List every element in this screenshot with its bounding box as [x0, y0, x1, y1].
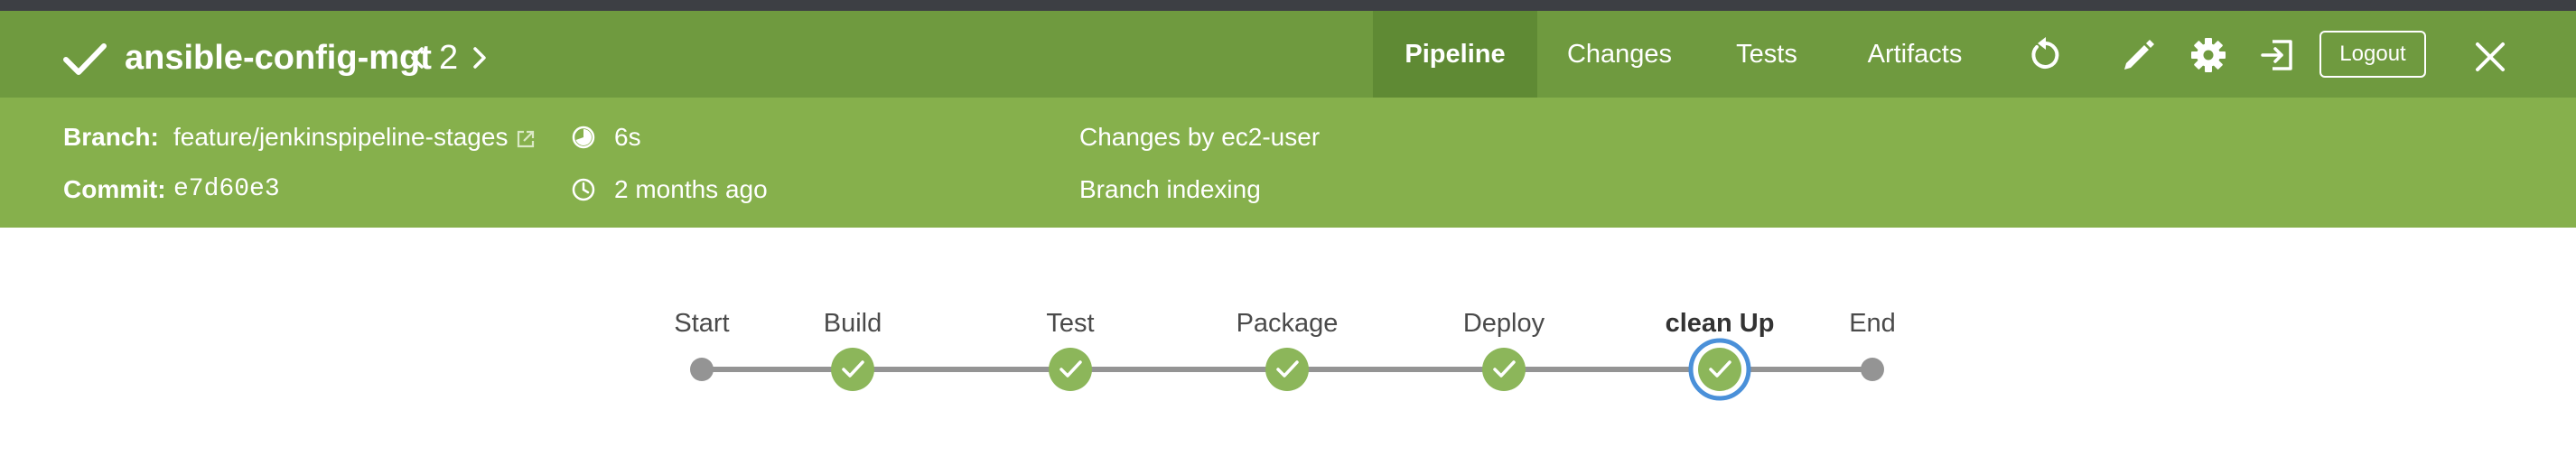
window-top-strip — [0, 0, 2576, 11]
open-classic-icon[interactable] — [2258, 36, 2296, 74]
stage-node-package[interactable] — [1265, 348, 1309, 391]
stage-label-end: End — [1849, 309, 1896, 338]
run-header: ansible-config-mgt 2 Pipeline Changes Te… — [0, 11, 2576, 98]
stage-label-clean-up[interactable]: clean Up — [1666, 307, 1775, 340]
tab-changes[interactable]: Changes — [1554, 11, 1685, 98]
stage-node-test[interactable] — [1049, 348, 1092, 391]
branch-link[interactable]: feature/jenkinspipeline-stages — [173, 119, 508, 155]
stage-label-package[interactable]: Package — [1237, 307, 1339, 340]
gear-icon[interactable] — [2189, 36, 2227, 74]
tab-pipeline[interactable]: Pipeline — [1373, 11, 1537, 98]
stage-node-start — [690, 358, 714, 381]
branch-label: Branch: — [63, 123, 159, 151]
run-title: ansible-config-mgt — [125, 39, 432, 77]
external-link-icon[interactable] — [515, 128, 537, 150]
check-icon — [63, 43, 107, 75]
changes-summary: Changes by ec2-user — [1079, 123, 1321, 151]
edit-icon[interactable] — [2119, 36, 2157, 74]
chevron-right-icon[interactable] — [469, 38, 490, 78]
stage-label-build[interactable]: Build — [824, 307, 882, 340]
chevron-left-icon[interactable] — [406, 38, 428, 78]
duration-icon — [572, 126, 595, 149]
stage-node-build[interactable] — [831, 348, 874, 391]
pipeline-graph-canvas — [690, 338, 1884, 401]
replay-icon[interactable] — [2027, 36, 2065, 74]
run-duration: 6s — [614, 123, 641, 151]
run-number: 2 — [439, 39, 459, 77]
stage-label-deploy[interactable]: Deploy — [1463, 307, 1545, 340]
run-cause: Branch indexing — [1079, 175, 1261, 203]
stage-label-test[interactable]: Test — [1046, 307, 1094, 340]
pipeline-graph: Start Build Test Package Deploy clean Up End — [0, 228, 2576, 457]
clock-icon — [572, 178, 595, 201]
stage-label-start: Start — [674, 309, 730, 338]
commit-label: Commit: — [63, 175, 166, 203]
commit-hash: e7d60e3 — [173, 175, 280, 203]
stage-node-deploy[interactable] — [1482, 348, 1526, 391]
tab-tests[interactable]: Tests — [1714, 11, 1819, 98]
run-started: 2 months ago — [614, 175, 768, 203]
tab-artifacts[interactable]: Artifacts — [1853, 11, 1976, 98]
stage-node-clean-up[interactable] — [1688, 338, 1751, 401]
run-details: Branch: feature/jenkinspipeline-stages C… — [0, 98, 2576, 228]
run-navigator: 2 — [406, 38, 490, 78]
close-icon[interactable] — [2471, 38, 2509, 76]
stage-node-end — [1861, 358, 1884, 381]
logout-button[interactable]: Logout — [2319, 31, 2426, 78]
